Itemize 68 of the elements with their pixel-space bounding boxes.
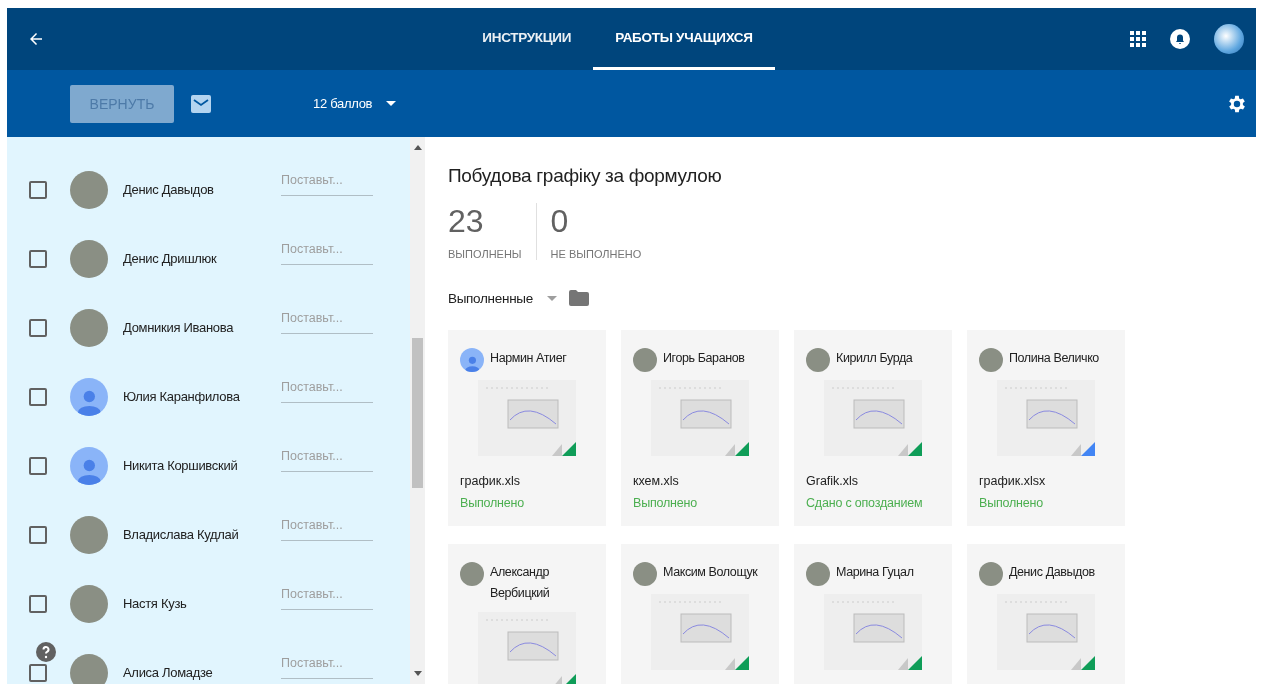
scrollbar[interactable] bbox=[410, 137, 425, 684]
student-name: Денис Давыдов bbox=[123, 182, 215, 197]
caret-icon bbox=[546, 295, 557, 301]
student-name: Александр Вербицкий bbox=[490, 564, 551, 602]
checkbox[interactable] bbox=[29, 249, 47, 268]
submission-status: Выполнено bbox=[460, 496, 525, 510]
grade-input-field[interactable]: Поставьт... bbox=[281, 652, 373, 679]
student-name: Полина Величко bbox=[1009, 350, 1099, 367]
submission-card[interactable]: Нармин Атиег график.xls Выполнено bbox=[448, 330, 606, 526]
mail-icon[interactable] bbox=[191, 94, 211, 113]
student-name: Денис Давыдов bbox=[1009, 564, 1095, 581]
student-name: Денис Дришлюк bbox=[123, 251, 218, 266]
scroll-down-arrow-icon[interactable] bbox=[413, 671, 422, 676]
grade-input-field[interactable]: Поставьт... bbox=[281, 169, 373, 196]
student-name: Никита Коршивский bbox=[123, 458, 239, 473]
assignment-title: Побудова графіку за формулою bbox=[448, 165, 723, 187]
submission-card[interactable]: Александр Вербицкий bbox=[448, 544, 606, 684]
help-icon[interactable] bbox=[36, 642, 56, 662]
notification-bell-icon[interactable] bbox=[1170, 29, 1190, 49]
checkbox[interactable] bbox=[29, 594, 47, 613]
student-name: Настя Кузь bbox=[123, 596, 188, 611]
checkbox[interactable] bbox=[29, 180, 47, 199]
grade-input-field[interactable]: Поставьт... bbox=[281, 238, 373, 265]
student-name: Кирилл Бурда bbox=[836, 350, 913, 367]
filter-dropdown[interactable]: Выполненные bbox=[448, 290, 557, 306]
student-name: Максим Волощук bbox=[663, 564, 758, 581]
caret-icon bbox=[386, 101, 397, 106]
submission-card[interactable]: Денис Давыдов bbox=[967, 544, 1125, 684]
student-name: Марина Гуцал bbox=[836, 564, 914, 581]
checkbox[interactable] bbox=[29, 663, 47, 682]
file-name[interactable]: кхем.xls bbox=[633, 474, 767, 488]
checkbox[interactable] bbox=[29, 387, 47, 406]
student-name: Владислава Кудлай bbox=[123, 527, 240, 542]
submission-card[interactable]: Максим Волощук bbox=[621, 544, 779, 684]
grade-input-field[interactable]: Поставьт... bbox=[281, 514, 373, 541]
folder-icon[interactable] bbox=[568, 290, 589, 306]
submission-card[interactable]: Кирилл Бурда Grafik.xls Сдано с опозданием bbox=[794, 330, 952, 526]
submission-status: Сдано с опозданием bbox=[806, 496, 924, 510]
grade-input-field[interactable]: Поставьт... bbox=[281, 445, 373, 472]
points-dropdown[interactable]: 12 баллов bbox=[307, 95, 403, 112]
student-name: Домникия Иванова bbox=[123, 320, 235, 335]
stat-count: 23 bbox=[448, 203, 485, 240]
checkbox[interactable] bbox=[29, 318, 47, 337]
stat-count: 0 bbox=[550, 203, 570, 240]
checkbox[interactable] bbox=[29, 456, 47, 475]
submission-card[interactable]: Полина Величко график.xlsx Выполнено bbox=[967, 330, 1125, 526]
grade-input-field[interactable]: Поставьт... bbox=[281, 307, 373, 334]
profile-avatar[interactable] bbox=[1214, 24, 1244, 54]
submission-status: Выполнено bbox=[979, 496, 1044, 510]
apps-grid-icon[interactable] bbox=[1130, 31, 1146, 47]
student-name: Нармин Атиег bbox=[490, 350, 567, 367]
stat-label: ВЫПОЛНЕНЫ bbox=[448, 248, 522, 260]
file-name[interactable]: график.xls bbox=[460, 474, 594, 488]
student-name: Игорь Баранов bbox=[663, 350, 745, 367]
submission-status: Выполнено bbox=[633, 496, 698, 510]
checkbox[interactable] bbox=[29, 525, 47, 544]
file-name[interactable]: график.xlsx bbox=[979, 474, 1113, 488]
grade-input-field[interactable]: Поставьт... bbox=[281, 376, 373, 403]
grade-input-field[interactable]: Поставьт... bbox=[281, 583, 373, 610]
submission-card[interactable]: Игорь Баранов кхем.xls Выполнено bbox=[621, 330, 779, 526]
student-name: Алиса Ломадзе bbox=[123, 665, 214, 680]
student-name: Юлия Каранфилова bbox=[123, 389, 241, 404]
file-name[interactable]: Grafik.xls bbox=[806, 474, 940, 488]
submission-card[interactable]: Марина Гуцал bbox=[794, 544, 952, 684]
tab[interactable]: ИНСТРУКЦИИ bbox=[460, 8, 594, 70]
scroll-up-arrow-icon[interactable] bbox=[413, 145, 422, 150]
stat-label: НЕ ВЫПОЛНЕНО bbox=[550, 248, 642, 260]
scrollbar-thumb[interactable] bbox=[412, 338, 423, 488]
